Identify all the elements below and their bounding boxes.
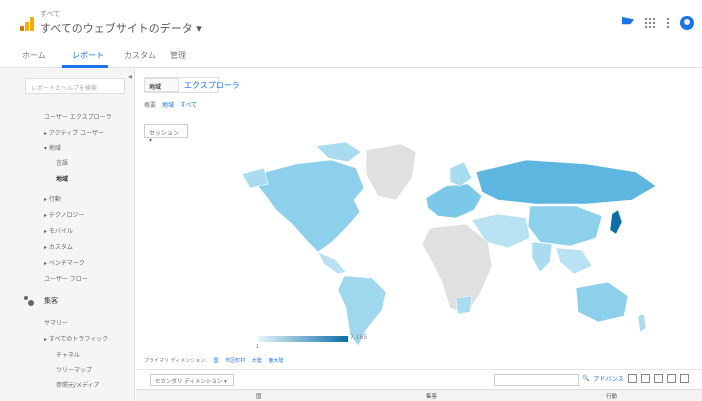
sidebar-item-language[interactable]: 言語 [56, 158, 68, 167]
performance-view-icon[interactable] [653, 374, 663, 383]
primary-dimension-label: プライマリ ディメンション: [144, 358, 207, 364]
more-vert-icon[interactable] [666, 17, 670, 29]
dim-subcontinent-link[interactable]: 亜大陸 [268, 358, 283, 364]
world-map[interactable] [236, 138, 666, 350]
sidebar-item-benchmark[interactable]: ▸ ベンチマーク [44, 258, 85, 267]
main-tabs: ホーム レポート カスタム 管理 [0, 44, 702, 68]
north-america-region [257, 159, 365, 253]
tab-custom[interactable]: カスタム [124, 50, 156, 61]
sidebar-item-active-users[interactable]: ▸ アクティブ ユーザー [44, 128, 104, 137]
segment-chip[interactable]: 地域 [144, 78, 179, 92]
analytics-app: すべて すべてのウェブサイトのデータ ▾ ホーム レポート カスタム 管理 ◂ … [0, 0, 702, 401]
search-icon[interactable]: 🔍 [582, 375, 589, 382]
sidebar-section-label: 集客 [44, 297, 58, 305]
top-header: すべて すべてのウェブサイトのデータ ▾ [0, 0, 702, 44]
collapse-sidebar-icon[interactable]: ◂ [128, 72, 132, 81]
comparison-view-icon[interactable] [666, 374, 676, 383]
southeast-asia-region [555, 247, 593, 275]
header-icons [622, 16, 694, 30]
sidebar-item-channels[interactable]: チャネル [56, 350, 80, 359]
column-country[interactable]: 国 [256, 392, 262, 400]
scandinavia-region [449, 161, 473, 187]
column-acquisition: 集客 [426, 394, 438, 400]
metric-select[interactable]: セッション ▾ [144, 124, 188, 144]
analytics-logo-icon[interactable] [20, 17, 34, 31]
breadcrumb: 概要 地域 すべて [144, 100, 197, 109]
breadcrumb-link-all[interactable]: すべて [180, 102, 197, 109]
china-region [527, 205, 603, 247]
sidebar-item-custom[interactable]: ▸ カスタム [44, 242, 73, 251]
breadcrumb-link-geo[interactable]: 地域 [162, 102, 174, 109]
column-behavior: 行動 [606, 394, 618, 400]
notifications-icon[interactable] [622, 17, 634, 25]
sidebar-item-all-traffic[interactable]: ▸ すべてのトラフィック [44, 334, 108, 343]
sidebar-section-acquisition[interactable]: 集客 [24, 296, 58, 306]
alaska-region [241, 167, 269, 189]
avatar[interactable] [680, 16, 694, 30]
sidebar-item-overview[interactable]: サマリー [44, 318, 68, 327]
sidebar-item-behavior[interactable]: ▸ 行動 [44, 194, 61, 203]
sidebar-item-location[interactable]: 地域 [56, 174, 68, 183]
apps-grid-icon[interactable] [644, 17, 656, 29]
tab-admin[interactable]: 管理 [170, 50, 186, 61]
table-view-icons: 🔍 アドバンス [582, 374, 689, 383]
sidebar-item-source-medium[interactable]: 参照元/メディア [56, 380, 100, 389]
main-content: 地域 エクスプローラ 概要 地域 すべて セッション ▾ 1 7,165 プライ… [136, 68, 702, 401]
map-legend-min: 1 [256, 344, 260, 350]
table-toolbar: セカンダリ ディメンション ▾ 🔍 アドバンス [136, 369, 702, 387]
acquisition-icon [24, 296, 34, 306]
australia-region [575, 281, 629, 323]
sidebar-item-technology[interactable]: ▸ テクノロジー [44, 210, 85, 219]
india-region [531, 241, 553, 273]
secondary-dimension-select[interactable]: セカンダリ ディメンション ▾ [150, 374, 234, 386]
account-name: すべて [40, 10, 61, 18]
tab-home[interactable]: ホーム [22, 50, 46, 61]
pivot-view-icon[interactable] [679, 374, 689, 383]
central-america-region [317, 251, 347, 275]
primary-dimension-row: プライマリ ディメンション: 国 市区町村 大陸 亜大陸 [144, 357, 283, 364]
dim-continent-link[interactable]: 大陸 [252, 358, 262, 364]
europe-region [425, 183, 483, 219]
sidebar-item-user-explorer[interactable]: ユーザー エクスプローラ [44, 112, 112, 121]
table-header: 国 集客 行動 [136, 389, 702, 401]
map-legend-gradient [258, 336, 348, 342]
russia-region [475, 159, 657, 205]
sidebar-item-users-flow[interactable]: ユーザー フロー [44, 274, 88, 283]
breadcrumb-label: 概要 [144, 102, 157, 109]
new-zealand-region [637, 313, 647, 333]
table-view-icon[interactable] [627, 374, 637, 383]
map-legend-max: 7,165 [350, 334, 368, 341]
sidebar-search-input[interactable]: レポートとヘルプを検索 [25, 78, 125, 94]
south-africa-region [455, 295, 473, 315]
pie-view-icon[interactable] [640, 374, 650, 383]
sidebar-item-mobile[interactable]: ▸ モバイル [44, 226, 73, 235]
japan-region [609, 209, 623, 235]
sidebar-item-treemaps[interactable]: ツリーマップ [56, 365, 92, 374]
explorer-tab[interactable]: エクスプローラ [184, 80, 240, 91]
sidebar-item-geo[interactable]: ▾ 地域 [44, 143, 61, 152]
advanced-link[interactable]: アドバンス [593, 374, 623, 383]
greenland-region [365, 143, 417, 201]
view-selector[interactable]: すべてのウェブサイトのデータ ▾ [40, 20, 202, 36]
tab-reports[interactable]: レポート [72, 50, 104, 61]
sidebar: ◂ レポートとヘルプを検索 ユーザー エクスプローラ ▸ アクティブ ユーザー … [0, 68, 135, 401]
table-search-input[interactable] [494, 374, 579, 386]
dim-city-link[interactable]: 市区町村 [225, 358, 245, 364]
canada-arctic-region [315, 141, 362, 163]
dim-country-link[interactable]: 国 [214, 358, 219, 364]
